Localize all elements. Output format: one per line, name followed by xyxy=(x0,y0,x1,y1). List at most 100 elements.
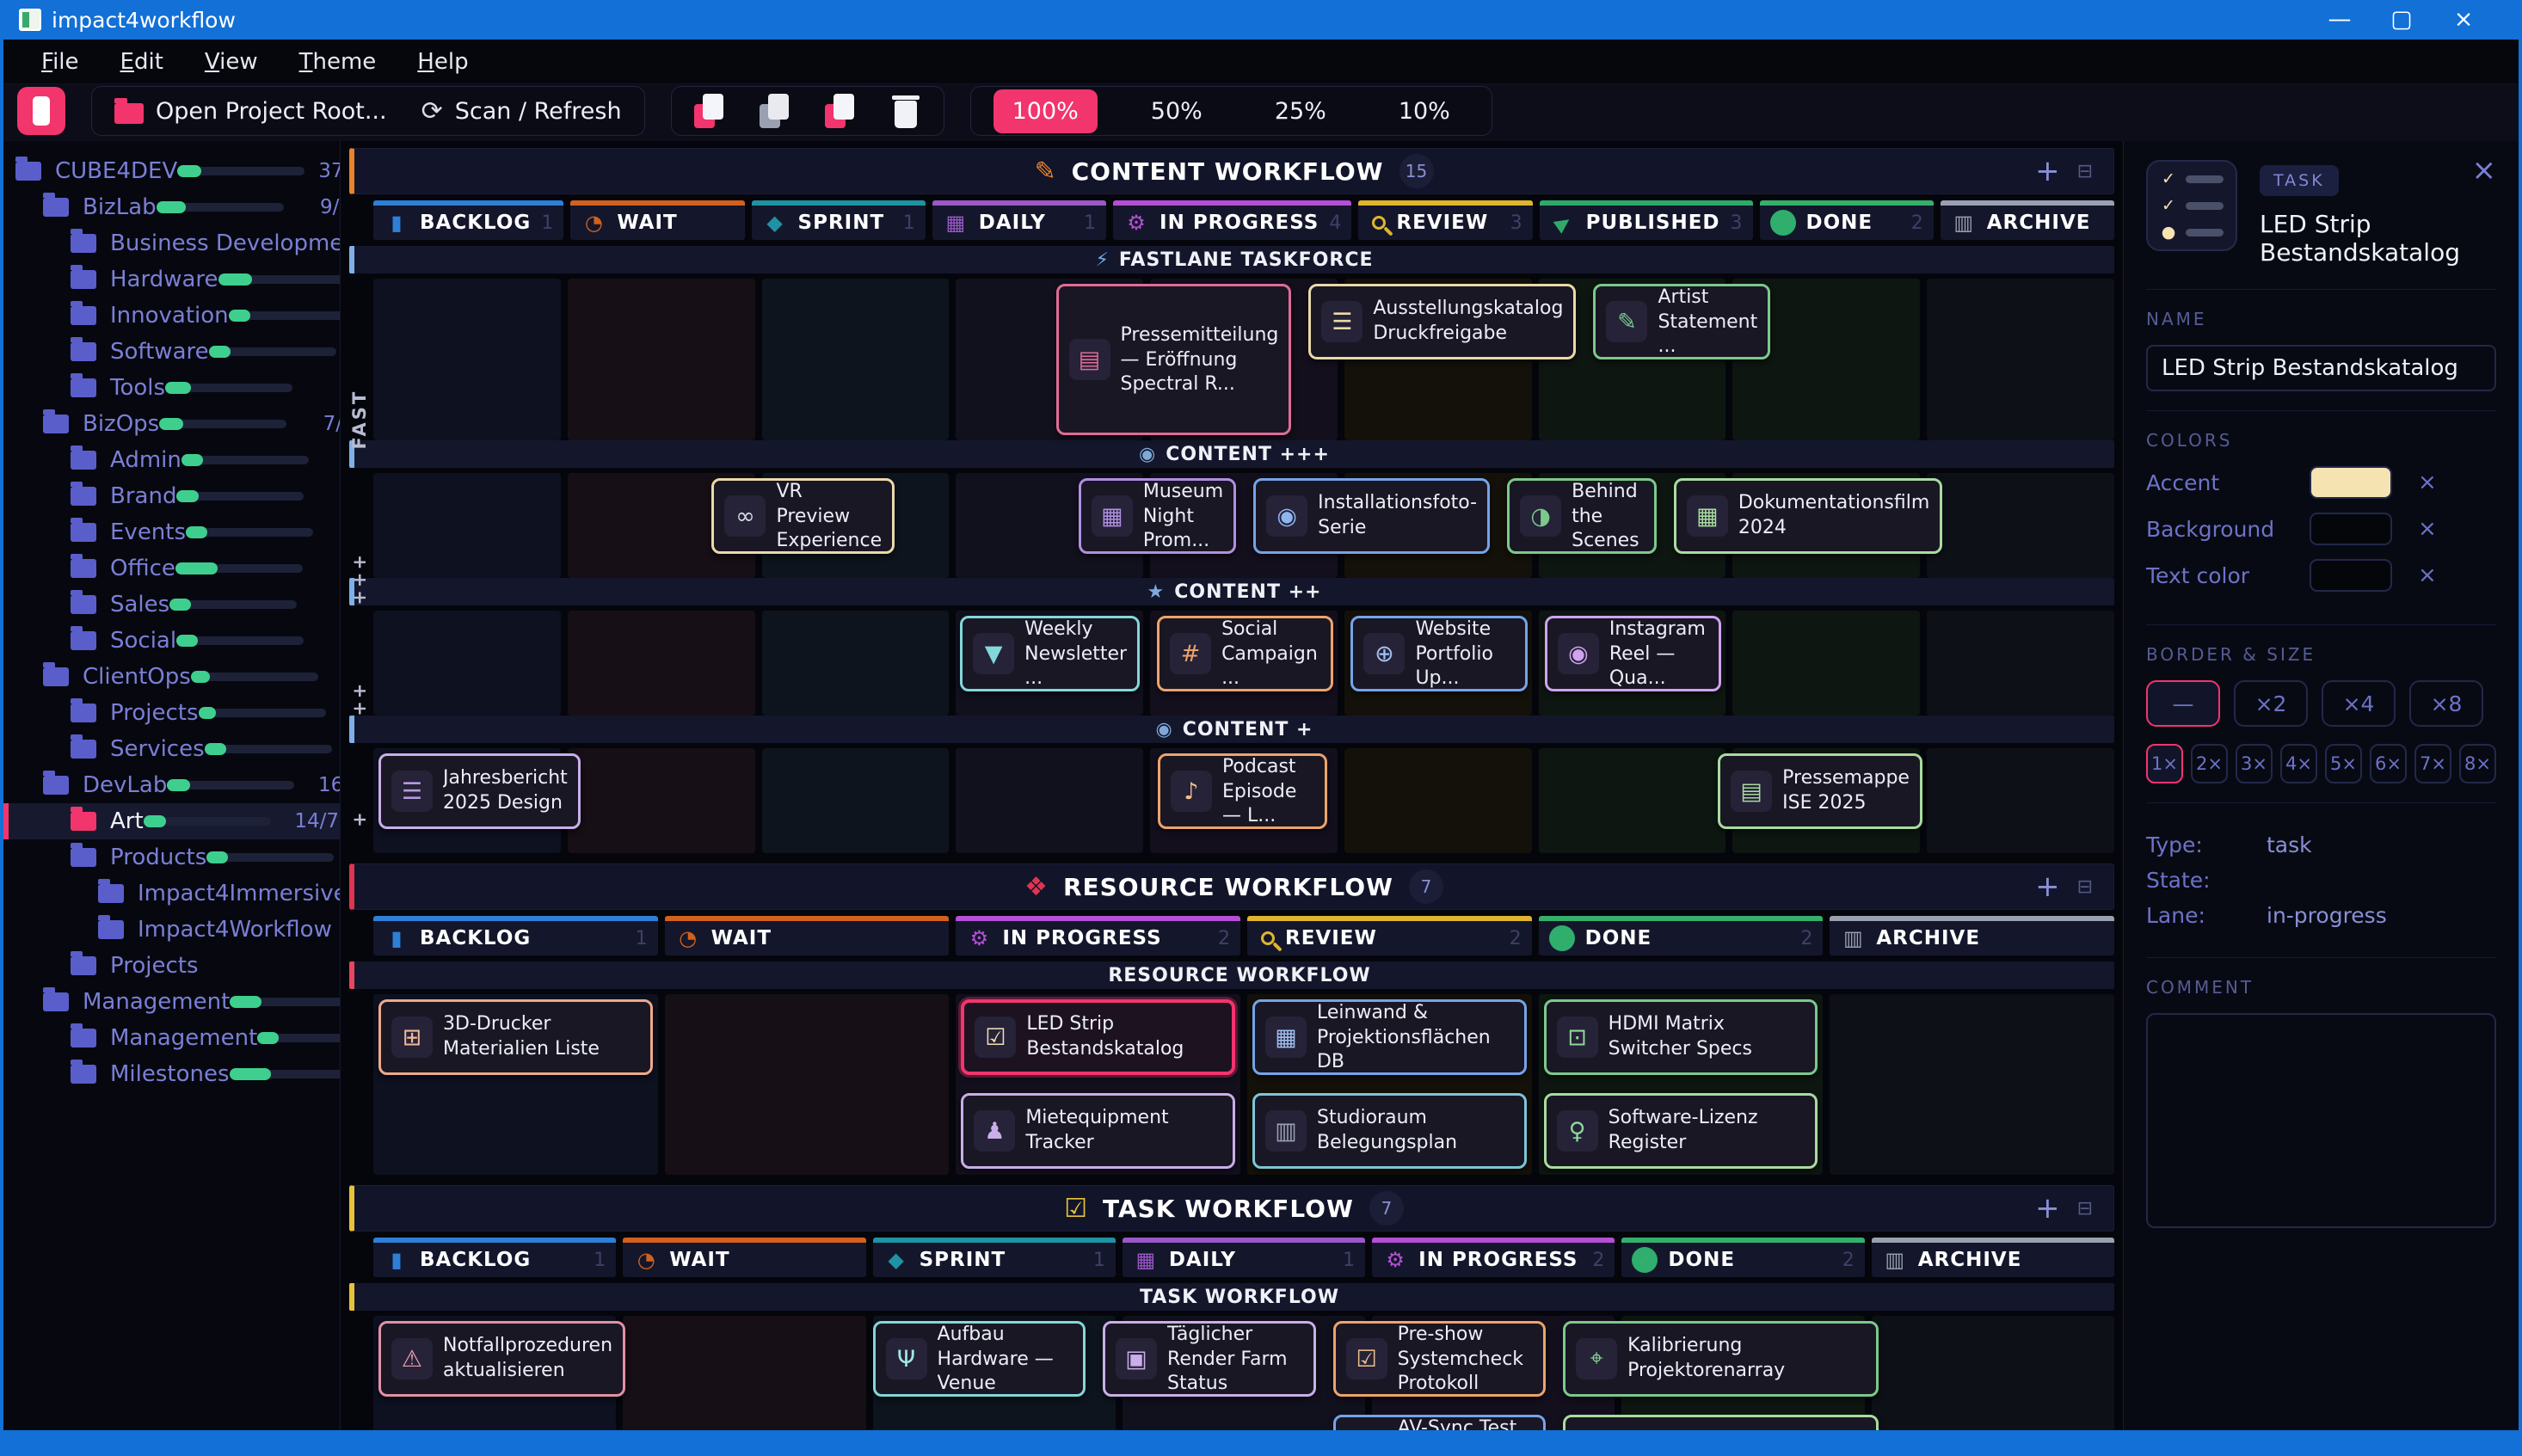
kanban-card[interactable]: Ψ Aufbau Hardware — Venue Tempodrom xyxy=(873,1321,1086,1397)
kanban-card[interactable]: ⊡ HDMI Matrix Switcher Specs xyxy=(1544,999,1818,1075)
kanban-card[interactable]: ☑ Pre-show Systemcheck Protokoll xyxy=(1333,1321,1547,1397)
column-header[interactable]: ▥ ARCHIVE xyxy=(1941,200,2114,240)
sidebar-item[interactable]: Social 1/6 xyxy=(3,623,340,659)
column-header[interactable]: REVIEW 3 xyxy=(1358,200,1532,240)
column-header[interactable]: ▮ BACKLOG 1 xyxy=(373,916,658,955)
sidebar-item[interactable]: DevLab 16/88 xyxy=(3,767,340,803)
kanban-card[interactable]: ⚠ Notfallprozeduren aktualisieren xyxy=(378,1321,625,1397)
menu-item[interactable]: View xyxy=(184,46,279,78)
column-header[interactable]: ◆ SPRINT 1 xyxy=(752,200,926,240)
kanban-card[interactable]: ◉ Instagram Reel — Qua... xyxy=(1545,616,1721,691)
sidebar-item[interactable]: Products 2/12 xyxy=(3,839,340,875)
size-option-button[interactable]: 5× xyxy=(2325,744,2362,783)
sidebar-item[interactable]: Impact4Immersive 2/12 xyxy=(3,875,340,912)
kanban-card[interactable]: ⊟ Ausstellungsarchivierung 2024 xyxy=(1563,1415,1879,1430)
size-option-button[interactable]: 7× xyxy=(2414,744,2451,783)
sidebar-item[interactable]: Events 1/6 xyxy=(3,514,340,550)
zoom-level-button[interactable]: 100% xyxy=(993,89,1098,133)
close-panel-button[interactable]: × xyxy=(2472,153,2497,187)
open-project-button[interactable]: Open Project Root... xyxy=(114,98,387,125)
kanban-card[interactable]: ▥ Studioraum Belegungsplan xyxy=(1252,1093,1527,1169)
scan-refresh-button[interactable]: ⟳ Scan / Refresh xyxy=(421,96,622,126)
add-card-button[interactable]: + xyxy=(2035,869,2060,904)
border-option-button[interactable]: ×4 xyxy=(2322,680,2396,727)
column-header[interactable]: ⚙ IN PROGRESS 4 xyxy=(1113,200,1351,240)
column-header[interactable]: ✓ DONE 2 xyxy=(1760,200,1934,240)
duplicate-icon[interactable] xyxy=(825,94,856,128)
menu-item[interactable]: Theme xyxy=(279,46,397,78)
sidebar-item[interactable]: Art 14/76 xyxy=(3,803,340,839)
column-header[interactable]: ◔ WAIT xyxy=(570,200,744,240)
menu-item[interactable]: File xyxy=(21,46,100,78)
sidebar-item[interactable]: Hardware 4/15 xyxy=(3,261,340,298)
sidebar-item[interactable]: Milestones 2/6 xyxy=(3,1056,340,1092)
column-header[interactable]: ▥ ARCHIVE xyxy=(1872,1238,2114,1277)
add-card-button[interactable]: + xyxy=(2035,1191,2060,1226)
kanban-card[interactable]: ♟ Mietequipment Tracker xyxy=(961,1093,1235,1169)
size-option-button[interactable]: 6× xyxy=(2370,744,2407,783)
kanban-card[interactable]: ♪ Podcast Episode — L... xyxy=(1158,753,1327,829)
border-option-button[interactable]: — xyxy=(2146,680,2220,727)
lane-header[interactable]: ⚡ FASTLANE TASKFORCE xyxy=(349,246,2114,273)
sidebar-item[interactable]: Impact4Workflow xyxy=(3,912,340,948)
size-option-button[interactable]: 4× xyxy=(2280,744,2317,783)
size-option-button[interactable]: 2× xyxy=(2191,744,2228,783)
sidebar-item[interactable]: Innovation 1/6 xyxy=(3,298,340,334)
kanban-card[interactable]: ▦ Leinwand & Projektionsflächen DB xyxy=(1252,999,1527,1075)
delete-icon[interactable] xyxy=(890,94,921,128)
clear-color-button[interactable]: × xyxy=(2418,516,2437,542)
sidebar-item[interactable]: Projects 1/7 xyxy=(3,695,340,731)
kanban-card[interactable]: ♀ Software-Lizenz Register xyxy=(1544,1093,1818,1169)
kanban-card[interactable]: ▼ Weekly Newsletter ... xyxy=(960,616,1140,691)
sidebar-item[interactable]: Business Development 2/7 xyxy=(3,225,340,261)
column-header[interactable]: ◔ WAIT xyxy=(665,916,950,955)
column-header[interactable]: ▮ BACKLOG 1 xyxy=(373,1238,616,1277)
column-header[interactable]: ✓ DONE 2 xyxy=(1621,1238,1864,1277)
zoom-level-button[interactable]: 25% xyxy=(1256,89,1345,133)
size-option-button[interactable]: 1× xyxy=(2146,744,2183,783)
column-header[interactable]: ▮ BACKLOG 1 xyxy=(373,200,563,240)
sidebar-item[interactable]: Projects xyxy=(3,948,340,984)
kanban-card[interactable]: ⊕ Website Portfolio Up... xyxy=(1350,616,1527,691)
column-header[interactable]: ▦ DAILY 1 xyxy=(1123,1238,1365,1277)
add-card-button[interactable]: + xyxy=(2035,154,2060,188)
kanban-card[interactable]: ⌖ Kalibrierung Projektorenarray xyxy=(1563,1321,1879,1397)
clear-color-button[interactable]: × xyxy=(2418,470,2437,495)
menu-item[interactable]: Edit xyxy=(100,46,184,78)
sidebar-item[interactable]: BizLab 9/39 xyxy=(3,189,340,225)
kanban-card[interactable]: ⊞ 3D-Drucker Materialien Liste xyxy=(378,999,653,1075)
kanban-card[interactable]: ▤ Pressemappe ISE 2025 xyxy=(1718,753,1922,829)
sidebar-item[interactable]: BizOps 7/36 xyxy=(3,406,340,442)
color-swatch[interactable] xyxy=(2310,466,2392,499)
column-header[interactable]: ✓ DONE 2 xyxy=(1539,916,1824,955)
maximize-button[interactable]: ▢ xyxy=(2371,0,2433,40)
comment-input[interactable] xyxy=(2146,1013,2496,1228)
minimize-button[interactable]: — xyxy=(2309,0,2371,40)
sidebar-item[interactable]: Admin 1/6 xyxy=(3,442,340,478)
size-option-button[interactable]: 8× xyxy=(2459,744,2496,783)
clear-color-button[interactable]: × xyxy=(2418,562,2437,588)
kanban-card[interactable]: ◉ Installationsfoto-Serie xyxy=(1253,478,1490,554)
sidebar-item[interactable]: Services 1/6 xyxy=(3,731,340,767)
column-header[interactable]: ▥ ARCHIVE xyxy=(1830,916,2114,955)
kanban-card[interactable]: ▣ Täglicher Render Farm Status xyxy=(1103,1321,1316,1397)
collapse-workflow-button[interactable]: ⊟ xyxy=(2077,876,2093,898)
size-option-button[interactable]: 3× xyxy=(2236,744,2273,783)
kanban-card[interactable]: ☰ Ausstellungskatalog Druckfreigabe xyxy=(1308,284,1576,359)
lane-header[interactable]: TASK WORKFLOW xyxy=(349,1283,2114,1311)
lane-header[interactable]: ★ CONTENT ++ xyxy=(349,578,2114,605)
sidebar-item[interactable]: Tools 1/5 xyxy=(3,370,340,406)
column-header[interactable]: REVIEW 2 xyxy=(1247,916,1532,955)
collapse-workflow-button[interactable]: ⊟ xyxy=(2077,161,2093,182)
sidebar-item[interactable]: CUBE4DEV 37/190 xyxy=(3,153,340,189)
border-option-button[interactable]: ×8 xyxy=(2409,680,2483,727)
kanban-card[interactable]: ∞ VR Preview Experience xyxy=(711,478,895,554)
lane-header[interactable]: ◉ CONTENT + xyxy=(349,716,2114,743)
kanban-card[interactable]: ▦ Dokumentationsfilm 2024 xyxy=(1674,478,1942,554)
close-button[interactable]: × xyxy=(2433,0,2494,40)
project-tree-sidebar[interactable]: CUBE4DEV 37/190 BizLab 9/39 xyxy=(3,141,341,1430)
column-header[interactable]: ▶ PUBLISHED 3 xyxy=(1540,200,1753,240)
sidebar-item[interactable]: Software 1/6 xyxy=(3,334,340,370)
column-header[interactable]: ▦ DAILY 1 xyxy=(932,200,1106,240)
kanban-card[interactable]: ▦ Museum Night Prom... xyxy=(1079,478,1236,554)
